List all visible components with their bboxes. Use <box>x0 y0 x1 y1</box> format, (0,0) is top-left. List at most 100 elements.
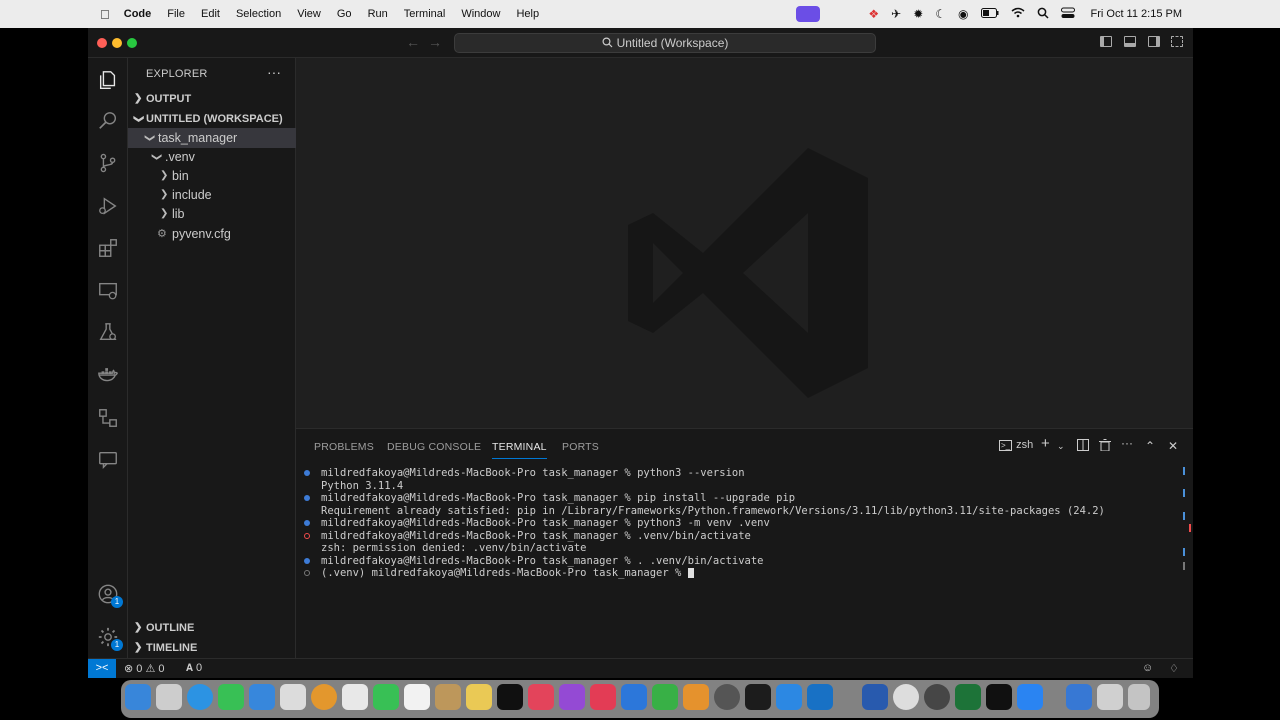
workspace-section-header[interactable]: ❯ UNTITLED (WORKSPACE) <box>128 109 296 129</box>
apple-tv-icon[interactable] <box>497 684 523 710</box>
calendar-icon[interactable] <box>404 684 430 710</box>
explorer-more-actions-icon[interactable]: ··· <box>267 64 281 80</box>
wifi-icon[interactable] <box>1011 7 1025 21</box>
window-minimize-button[interactable] <box>112 38 122 48</box>
downloads-folder-icon[interactable] <box>1066 684 1092 710</box>
tab-terminal[interactable]: TERMINAL <box>492 441 547 459</box>
documents-stack-icon[interactable] <box>1097 684 1123 710</box>
menu-file[interactable]: File <box>167 8 185 20</box>
source-control-icon[interactable] <box>96 151 120 175</box>
notes-icon[interactable] <box>466 684 492 710</box>
pages-icon[interactable] <box>683 684 709 710</box>
chatgpt-icon[interactable]: ✹ <box>913 7 923 21</box>
spotlight-search-icon[interactable] <box>1037 7 1049 22</box>
copilot-icon[interactable]: ☺ <box>1142 662 1153 674</box>
launchpad-icon[interactable] <box>156 684 182 710</box>
trash-icon[interactable] <box>1099 439 1111 454</box>
terminal-app-icon[interactable] <box>986 684 1012 710</box>
extensions-icon[interactable] <box>96 236 120 260</box>
tab-problems[interactable]: PROBLEMS <box>314 441 374 453</box>
search-icon[interactable] <box>96 109 120 133</box>
timeline-section-header[interactable]: ❯ TIMELINE <box>128 638 296 658</box>
toggle-panel-icon[interactable] <box>1124 36 1136 47</box>
keynote-icon[interactable] <box>621 684 647 710</box>
tree-file-pyvenv-cfg[interactable]: ⚙ pyvenv.cfg <box>128 224 296 244</box>
app-store-icon[interactable] <box>776 684 802 710</box>
command-success-icon[interactable] <box>304 470 310 476</box>
terminal-output[interactable]: mildredfakoya@Mildreds-MacBook-Pro task_… <box>302 467 1182 580</box>
close-panel-icon[interactable]: ✕ <box>1168 439 1178 453</box>
workspace-tree-icon[interactable] <box>96 406 120 430</box>
remote-explorer-icon[interactable] <box>96 279 120 303</box>
menu-run[interactable]: Run <box>368 8 388 20</box>
menu-view[interactable]: View <box>297 8 321 20</box>
menu-help[interactable]: Help <box>516 8 539 20</box>
trash-bin-icon[interactable] <box>1128 684 1150 710</box>
music-icon[interactable] <box>528 684 554 710</box>
focus-moon-icon[interactable]: ☾ <box>935 7 946 21</box>
menu-selection[interactable]: Selection <box>236 8 281 20</box>
remote-indicator-icon[interactable]: >< <box>88 659 116 678</box>
zoom-icon[interactable] <box>1017 684 1043 710</box>
toggle-secondary-sidebar-icon[interactable] <box>1148 36 1160 47</box>
run-debug-icon[interactable] <box>96 194 120 218</box>
docker-icon[interactable] <box>96 363 120 387</box>
more-actions-icon[interactable]: ··· <box>1121 436 1133 450</box>
apple-menu-icon[interactable]:  <box>100 7 110 22</box>
split-terminal-icon[interactable] <box>1077 439 1089 454</box>
window-close-button[interactable] <box>97 38 107 48</box>
maps-icon[interactable] <box>280 684 306 710</box>
command-success-icon[interactable] <box>304 520 310 526</box>
chatgpt-app-icon[interactable] <box>745 684 771 710</box>
chrome-icon[interactable] <box>893 684 919 710</box>
screen-recorder-icon[interactable] <box>924 684 950 710</box>
battery-icon[interactable] <box>980 7 999 21</box>
vscode-app-icon[interactable] <box>807 684 833 710</box>
screen-share-icon[interactable] <box>796 6 821 22</box>
command-center[interactable]: Untitled (Workspace) <box>454 33 876 53</box>
customize-layout-icon[interactable] <box>1171 36 1183 47</box>
back-arrow-icon[interactable]: ← <box>406 34 420 50</box>
command-success-icon[interactable] <box>304 557 310 564</box>
menu-app-name[interactable]: Code <box>124 8 152 20</box>
editor-area[interactable] <box>296 58 1193 428</box>
tab-ports[interactable]: PORTS <box>562 441 599 453</box>
command-error-icon[interactable] <box>304 532 310 539</box>
numbers-icon[interactable] <box>652 684 678 710</box>
contacts-icon[interactable] <box>435 684 461 710</box>
notifications-bell-icon[interactable]: ♢ <box>1169 662 1179 675</box>
tree-folder-venv[interactable]: ❯ .venv <box>128 147 296 167</box>
word-icon[interactable] <box>862 684 888 710</box>
finder-icon[interactable] <box>125 684 151 710</box>
user-circle-icon[interactable]: ◉ <box>958 7 968 21</box>
rocket-icon[interactable]: ✈ <box>891 7 901 21</box>
podcasts-icon[interactable] <box>559 684 585 710</box>
accounts-icon[interactable]: 1 <box>96 582 123 608</box>
toggle-primary-sidebar-icon[interactable] <box>1100 36 1112 47</box>
excel-icon[interactable] <box>955 684 981 710</box>
reminders-icon[interactable] <box>342 684 368 710</box>
system-settings-icon[interactable] <box>714 684 740 710</box>
dropbox-icon[interactable]: ❖ <box>868 7 879 21</box>
safari-icon[interactable] <box>187 684 213 710</box>
problems-status[interactable]: ⊗ 0 ⚠ 0 <box>124 662 165 675</box>
tab-debug-console[interactable]: DEBUG CONSOLE <box>387 441 481 453</box>
terminal-shell-selector[interactable]: >_ zsh <box>999 439 1033 451</box>
messages-icon[interactable] <box>218 684 244 710</box>
chat-icon[interactable] <box>96 448 120 472</box>
maximize-panel-chevron-up-icon[interactable]: ⌃ <box>1145 439 1155 453</box>
menu-edit[interactable]: Edit <box>201 8 220 20</box>
manage-gear-icon[interactable]: 1 <box>96 625 123 651</box>
explorer-icon[interactable] <box>96 68 120 92</box>
command-success-icon[interactable] <box>304 495 310 501</box>
control-center-icon[interactable] <box>1060 7 1075 22</box>
output-section-header[interactable]: ❯ OUTPUT <box>128 89 296 109</box>
facetime-icon[interactable] <box>373 684 399 710</box>
tree-folder-task-manager[interactable]: ❯ task_manager <box>128 128 296 148</box>
outline-section-header[interactable]: ❯ OUTLINE <box>128 618 296 638</box>
terminal-scrollbar-marks[interactable] <box>1183 467 1191 577</box>
tree-folder-lib[interactable]: ❯ lib <box>128 204 296 224</box>
window-zoom-button[interactable] <box>127 38 137 48</box>
news-icon[interactable] <box>590 684 616 710</box>
mail-icon[interactable] <box>249 684 275 710</box>
